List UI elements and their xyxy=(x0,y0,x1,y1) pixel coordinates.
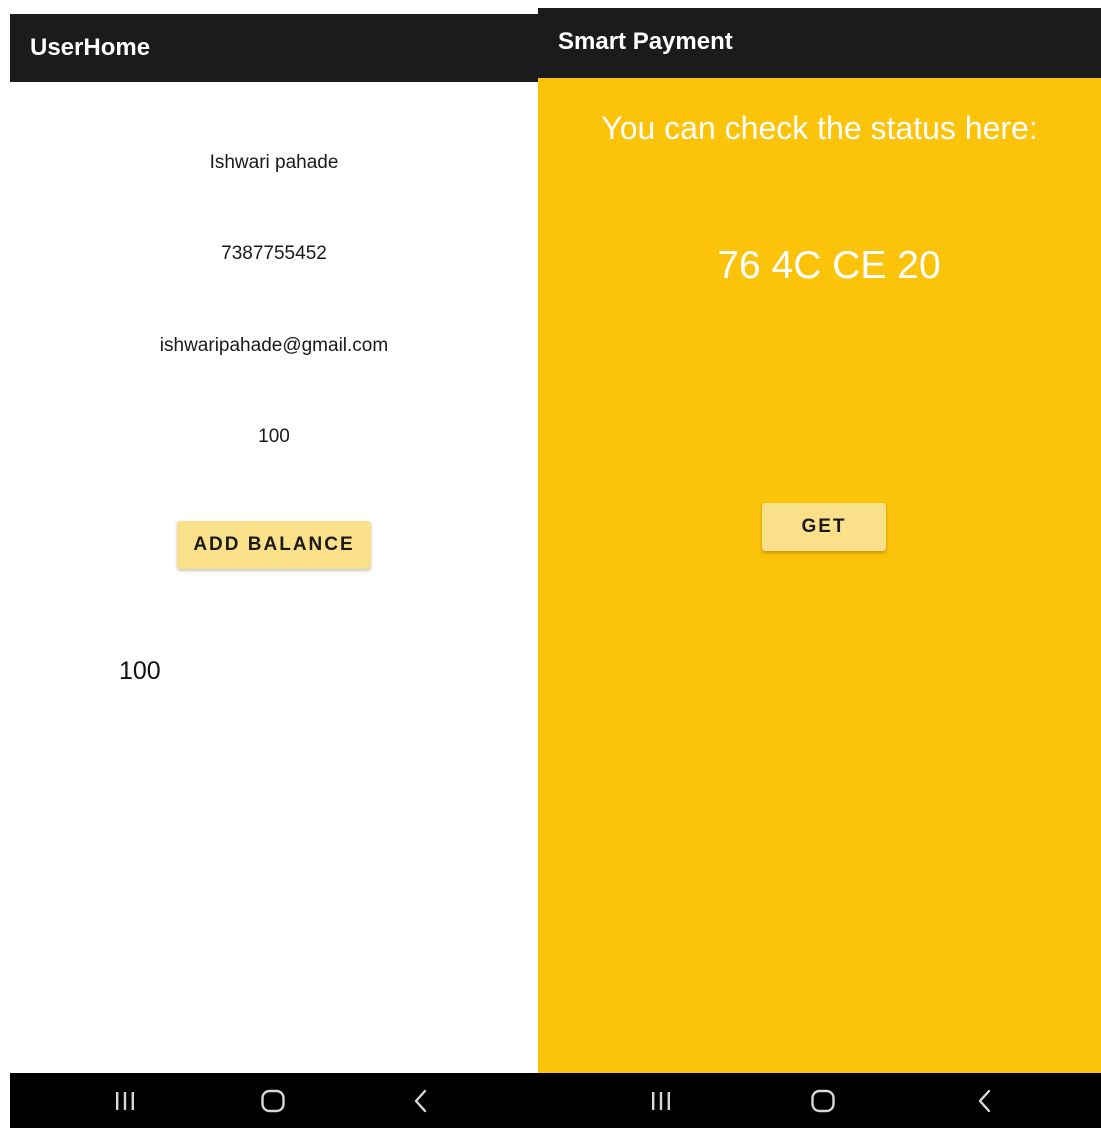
navigation-bar xyxy=(10,1073,538,1128)
status-panel: You can check the status here: 76 4C CE … xyxy=(538,78,1101,1073)
user-name: Ishwari pahade xyxy=(209,152,339,173)
user-phone: 7387755452 xyxy=(221,243,327,264)
recent-apps-button[interactable] xyxy=(90,1073,160,1128)
back-icon xyxy=(414,1089,427,1112)
screenshot-stage: UserHome Ishwari pahade 7387755452 ishwa… xyxy=(0,0,1101,1128)
balance-result: 100 xyxy=(119,657,161,685)
user-details: Ishwari pahade 7387755452 ishwaripahade@… xyxy=(10,82,538,1073)
user-email: ishwaripahade@gmail.com xyxy=(159,335,389,356)
status-heading: You can check the status here: xyxy=(601,110,1038,146)
add-balance-button[interactable]: ADD BALANCE xyxy=(177,521,371,569)
user-balance: 100 xyxy=(258,426,290,447)
home-button[interactable] xyxy=(788,1073,858,1128)
app-title: Smart Payment xyxy=(558,28,733,55)
home-button[interactable] xyxy=(238,1073,308,1128)
back-button[interactable] xyxy=(950,1073,1020,1128)
navigation-bar xyxy=(538,1073,1101,1128)
back-button[interactable] xyxy=(386,1073,456,1128)
home-icon xyxy=(261,1089,285,1112)
tag-id: 76 4C CE 20 xyxy=(717,244,941,287)
recent-apps-icon xyxy=(652,1091,670,1110)
user-home-screen: UserHome Ishwari pahade 7387755452 ishwa… xyxy=(10,14,538,1128)
back-icon xyxy=(978,1089,991,1112)
recent-apps-button[interactable] xyxy=(626,1073,696,1128)
app-bar: UserHome xyxy=(10,14,538,82)
app-title: UserHome xyxy=(30,34,151,61)
recent-apps-icon xyxy=(116,1091,134,1110)
home-icon xyxy=(811,1089,835,1112)
get-button[interactable]: GET xyxy=(762,503,886,551)
app-bar: Smart Payment xyxy=(538,8,1101,78)
smart-payment-screen: Smart Payment You can check the status h… xyxy=(538,8,1101,1128)
